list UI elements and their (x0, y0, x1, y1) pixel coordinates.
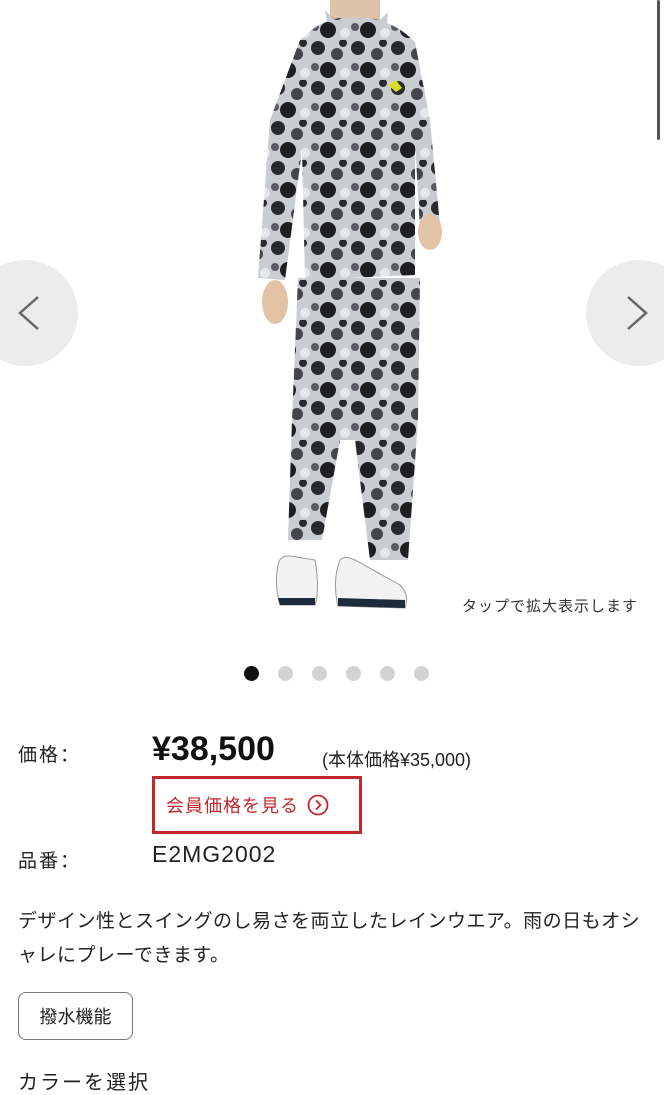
circle-chevron-right-icon (307, 794, 329, 816)
gallery-next-button[interactable] (586, 260, 664, 366)
zoom-hint: タップで拡大表示します (461, 597, 638, 615)
feature-tag-water-repellent[interactable]: 撥水機能 (18, 992, 133, 1040)
color-select-heading: カラーを選択 (18, 1070, 150, 1094)
product-description: デザイン性とスイングのし易さを両立したレインウエア。雨の日もオシャレにプレーでき… (18, 910, 641, 966)
price-tax-note: (本体価格¥35,000) (322, 750, 472, 770)
sku-value: E2MG2002 (152, 841, 277, 867)
pagination-dot[interactable] (345, 666, 361, 681)
gallery-scrollbar[interactable] (657, 0, 660, 140)
pagination-dot[interactable] (243, 666, 259, 681)
pagination-dot[interactable] (277, 666, 293, 681)
product-image-gallery[interactable]: タップで拡大表示します (0, 0, 664, 628)
pagination-dot[interactable] (413, 666, 429, 681)
chevron-right-icon (627, 296, 648, 330)
chevron-left-icon (18, 296, 39, 330)
pagination-dot[interactable] (379, 666, 395, 681)
product-image[interactable] (230, 0, 460, 615)
gallery-prev-button[interactable] (0, 260, 78, 366)
pagination-dot[interactable] (311, 666, 327, 681)
sku-label: 品番： (18, 850, 82, 872)
member-price-button[interactable]: 会員価格を見る (152, 776, 362, 834)
price-label: 価格： (18, 744, 82, 766)
member-price-button-label: 会員価格を見る (166, 796, 299, 817)
gallery-pagination (0, 666, 664, 682)
price-amount: ¥38,500 (152, 730, 275, 768)
